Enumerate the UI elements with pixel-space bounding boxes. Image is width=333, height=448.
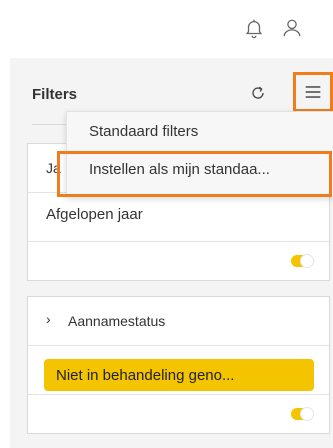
- chevron-right-icon[interactable]: ›: [46, 311, 51, 327]
- filter-value[interactable]: Afgelopen jaar: [46, 206, 143, 223]
- bell-icon[interactable]: [240, 14, 268, 42]
- filter-toggle[interactable]: [291, 255, 313, 267]
- menu-item-label: Instellen als mijn standaa...: [89, 161, 270, 178]
- filter-toggle[interactable]: [291, 408, 313, 420]
- card-header[interactable]: › Aannamestatus: [28, 297, 329, 346]
- card-footer: [28, 394, 329, 433]
- top-bar: [0, 0, 333, 56]
- refresh-icon[interactable]: [245, 80, 271, 106]
- card-title: Aannamestatus: [68, 313, 166, 329]
- menu-button[interactable]: [293, 72, 333, 112]
- menu-item-set-as-default[interactable]: Instellen als mijn standaa...: [57, 150, 333, 197]
- user-icon[interactable]: [278, 14, 306, 42]
- hamburger-menu-icon: [305, 86, 321, 98]
- chip-label: Niet in behandeling geno...: [56, 366, 235, 384]
- menu-item-label: Standaard filters: [89, 123, 199, 140]
- filters-title: Filters: [32, 86, 78, 103]
- filter-chip[interactable]: Niet in behandeling geno...: [44, 359, 314, 391]
- menu-item-standaard-filters[interactable]: Standaard filters: [67, 112, 333, 152]
- filters-menu-dropdown: Standaard filters Instellen als mijn sta…: [57, 111, 333, 197]
- card-footer: [28, 241, 329, 280]
- filter-card-aannamestatus: › Aannamestatus Niet in behandeling geno…: [27, 296, 330, 434]
